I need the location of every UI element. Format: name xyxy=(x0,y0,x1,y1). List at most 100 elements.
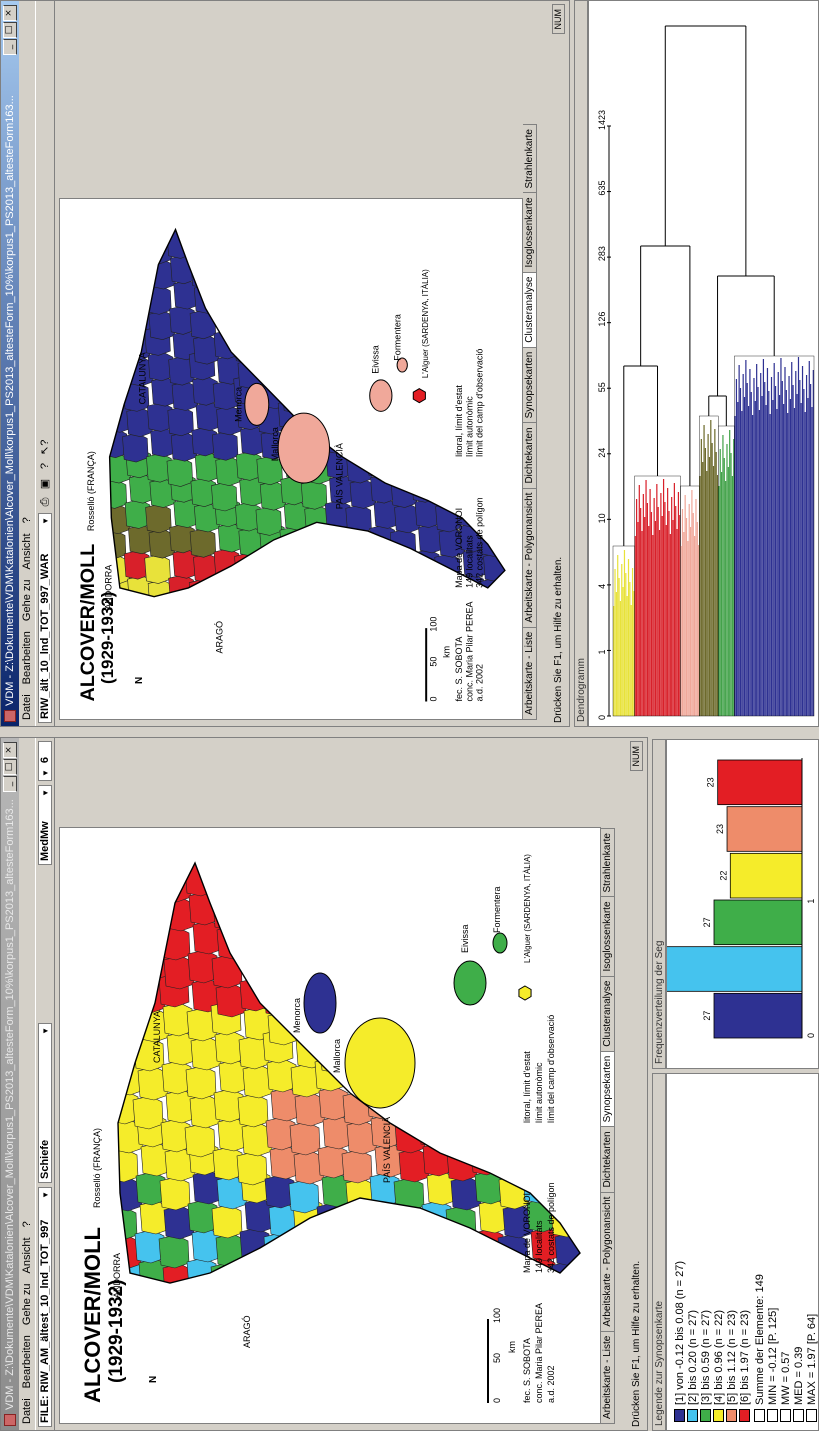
right-status-bar: Drücken Sie F1, um Hilfe zu erhalten. NU… xyxy=(551,1,565,726)
island-eivissa xyxy=(453,960,487,1006)
menu-ansicht[interactable]: Ansicht xyxy=(21,1237,33,1273)
voronoi-cell xyxy=(214,279,241,309)
map-credit-line: conc. Maria Pilar PEREA xyxy=(534,1303,544,1403)
menu-datei[interactable]: Datei xyxy=(21,694,33,720)
tab-arbeitskarte-polygon[interactable]: Arbeitskarte - Polygonansicht xyxy=(601,1191,615,1332)
help-icon[interactable]: ? xyxy=(38,459,52,473)
voronoi-cell xyxy=(344,975,376,1010)
tab-synopsekarten[interactable]: Synopsekarten xyxy=(601,1050,615,1128)
right-map-canvas[interactable]: ALCOVER/MOLL (1929-1932) N ANDORRA Rosselló … xyxy=(59,198,523,720)
right-window: VDM - Z:\Dokumente\VDM\Katalonien\Alcove… xyxy=(0,0,570,727)
right-title-bar[interactable]: VDM - Z:\Dokumente\VDM\Katalonien\Alcove… xyxy=(1,1,19,726)
synopsis-map: ALCOVER/MOLL (1929-1932) NANDORRARosselló … xyxy=(80,836,581,1403)
maximize-icon[interactable]: □ xyxy=(3,759,17,775)
algorithm-select[interactable]: MedMw ▼ xyxy=(38,785,52,865)
voronoi-cell xyxy=(288,918,320,953)
voronoi-cell xyxy=(243,1256,275,1283)
voronoi-cell xyxy=(324,550,351,581)
minimize-icon[interactable]: _ xyxy=(3,39,17,55)
tab-arbeitskarte-liste[interactable]: Arbeitskarte - Liste xyxy=(523,626,537,720)
voronoi-cell xyxy=(301,229,329,241)
voronoi-cell xyxy=(269,895,301,930)
tab-dichtekarten[interactable]: Dichtekarten xyxy=(523,422,537,489)
voronoi-cell xyxy=(262,328,289,359)
map-credit-line: fec. S. SOBOTA xyxy=(454,637,464,702)
legend-class-label: [2] bis 0.20 (n = 27) xyxy=(686,1309,699,1405)
left-map-canvas[interactable]: ALCOVER/MOLL (1929-1932) N ANDORRA Rosselló … xyxy=(59,827,601,1424)
tab-arbeitskarte-liste[interactable]: Arbeitskarte - Liste xyxy=(601,1330,615,1424)
dendrogram-tick-label: 1423 xyxy=(597,110,607,130)
voronoi-cell xyxy=(390,259,418,290)
tab-strahlenkarte[interactable]: Strahlenkarte xyxy=(523,124,537,194)
close-icon[interactable]: × xyxy=(3,742,17,758)
left-title-bar[interactable]: VDM - Z:\Dokumente\VDM\Katalonien\Alcove… xyxy=(1,738,19,1430)
print-icon[interactable]: ⎙ xyxy=(38,495,52,509)
class-count-select[interactable]: ▼ 6 xyxy=(38,741,52,781)
menu-gehe-zu[interactable]: Gehe zu xyxy=(21,580,33,622)
tab-dichtekarten[interactable]: Dichtekarten xyxy=(601,1126,615,1193)
menu-gehe-zu[interactable]: Gehe zu xyxy=(21,1284,33,1326)
legend-class-row: [3] bis 0.59 (n = 27) xyxy=(699,1080,712,1422)
map-title: ALCOVER/MOLL xyxy=(80,1227,105,1403)
menu-help[interactable]: ? xyxy=(21,1221,33,1227)
voronoi-cell xyxy=(420,1008,452,1043)
voronoi-cell xyxy=(503,598,522,627)
chevron-down-icon: ▼ xyxy=(40,1191,50,1199)
voronoi-cell xyxy=(85,836,115,869)
voronoi-cell xyxy=(304,277,331,307)
legend-stat-max: MAX = 1.97 [P. 64] xyxy=(805,1080,818,1422)
voronoi-cell xyxy=(551,1145,580,1180)
histogram-bar-label: 22 xyxy=(718,871,728,881)
voronoi-cell xyxy=(300,480,328,510)
legend-class-label: [3] bis 0.59 (n = 27) xyxy=(699,1309,712,1405)
voronoi-cell xyxy=(170,229,198,234)
maximize-icon[interactable]: □ xyxy=(3,22,17,38)
voronoi-cell xyxy=(577,1034,580,1069)
tab-isoglossenkarte[interactable]: Isoglossenkarte xyxy=(523,192,537,273)
histogram-bar xyxy=(713,899,803,946)
voronoi-cell xyxy=(344,555,371,585)
app-icon xyxy=(4,710,16,722)
voronoi-cell xyxy=(389,579,416,597)
save-icon[interactable]: ▣ xyxy=(38,477,52,491)
left-status-bar: Drücken Sie F1, um Hilfe zu erhalten. NU… xyxy=(629,738,643,1430)
legend-class-label: [4] bis 0.96 (n = 22) xyxy=(712,1309,725,1405)
histogram-bar xyxy=(713,992,803,1039)
voronoi-cell xyxy=(118,945,138,980)
menu-bearbeiten[interactable]: Bearbeiten xyxy=(21,1335,33,1388)
tab-isoglossenkarte[interactable]: Isoglossenkarte xyxy=(601,896,615,977)
mode-select[interactable]: Schiefe ▼ xyxy=(38,1023,52,1183)
voronoi-cell xyxy=(342,863,374,876)
voronoi-cell xyxy=(150,229,177,239)
close-icon[interactable]: × xyxy=(3,5,17,21)
tab-synopsekarten[interactable]: Synopsekarten xyxy=(523,346,537,424)
voronoi-cell xyxy=(134,1288,164,1321)
island-eivissa xyxy=(369,379,393,412)
island-menorca xyxy=(244,382,270,426)
voronoi-cell xyxy=(329,256,356,286)
voronoi-cell xyxy=(574,947,580,982)
tab-clusteranalyse[interactable]: Clusteranalyse xyxy=(523,271,537,348)
voronoi-cell xyxy=(295,1034,327,1069)
voronoi-cell xyxy=(278,358,305,389)
voronoi-cell xyxy=(87,981,117,1014)
voronoi-cell xyxy=(390,478,418,508)
file-select[interactable]: FILE: RIW_AM_ältest_10_lnd_TOT_997 ▼ xyxy=(38,1187,52,1427)
voronoi-cell xyxy=(523,1122,555,1157)
voronoi-cell xyxy=(480,258,505,288)
voronoi-cell xyxy=(211,954,243,989)
tab-strahlenkarte[interactable]: Strahlenkarte xyxy=(601,828,615,898)
cluster-file-select[interactable]: RIW_ält_10_lnd_TOT_997_WAR ▼ xyxy=(38,513,52,723)
voronoi-cell xyxy=(213,863,245,873)
tab-clusteranalyse[interactable]: Clusteranalyse xyxy=(601,975,615,1052)
context-help-icon[interactable]: ↖? xyxy=(38,440,52,455)
menu-bearbeiten[interactable]: Bearbeiten xyxy=(21,631,33,684)
menu-datei[interactable]: Datei xyxy=(21,1398,33,1424)
legend-swatch xyxy=(700,1409,711,1422)
frequency-histogram: 27272722232301 xyxy=(666,758,816,1039)
voronoi-cell xyxy=(393,554,420,584)
menu-ansicht[interactable]: Ansicht xyxy=(21,533,33,569)
menu-help[interactable]: ? xyxy=(21,517,33,523)
tab-arbeitskarte-polygon[interactable]: Arbeitskarte - Polygonansicht xyxy=(523,487,537,628)
minimize-icon[interactable]: _ xyxy=(3,776,17,792)
